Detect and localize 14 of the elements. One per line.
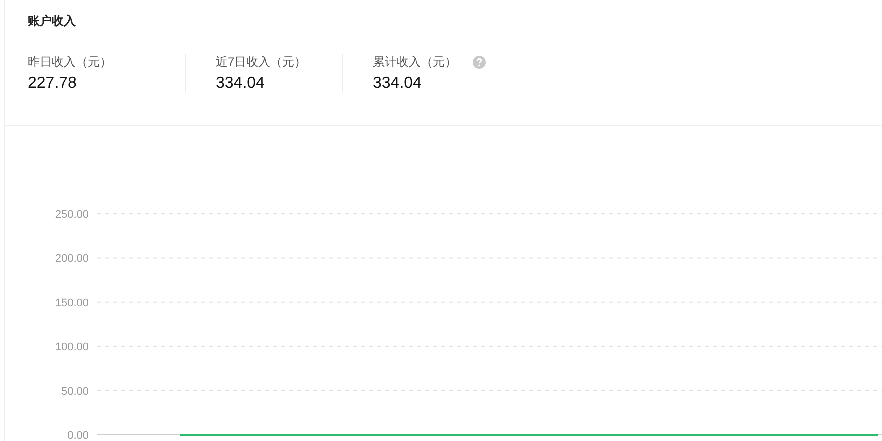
y-tick-label: 250.00	[55, 209, 89, 221]
stat-label: 累计收入（元）	[373, 54, 457, 70]
stat-value: 334.04	[216, 75, 266, 93]
y-tick-label: 0.00	[68, 430, 89, 441]
section-title: 账户收入	[28, 13, 77, 29]
y-tick-label: 150.00	[55, 297, 89, 310]
y-tick-label: 50.00	[61, 386, 89, 398]
stat-label: 近7日收入（元）	[216, 54, 307, 70]
y-tick-label: 200.00	[55, 253, 89, 266]
help-icon[interactable]	[473, 56, 486, 68]
stat-value: 227.78	[28, 75, 78, 93]
stat-value: 334.04	[373, 75, 423, 93]
y-tick-label: 100.00	[55, 342, 89, 354]
stat-label: 昨日收入（元）	[28, 54, 112, 70]
